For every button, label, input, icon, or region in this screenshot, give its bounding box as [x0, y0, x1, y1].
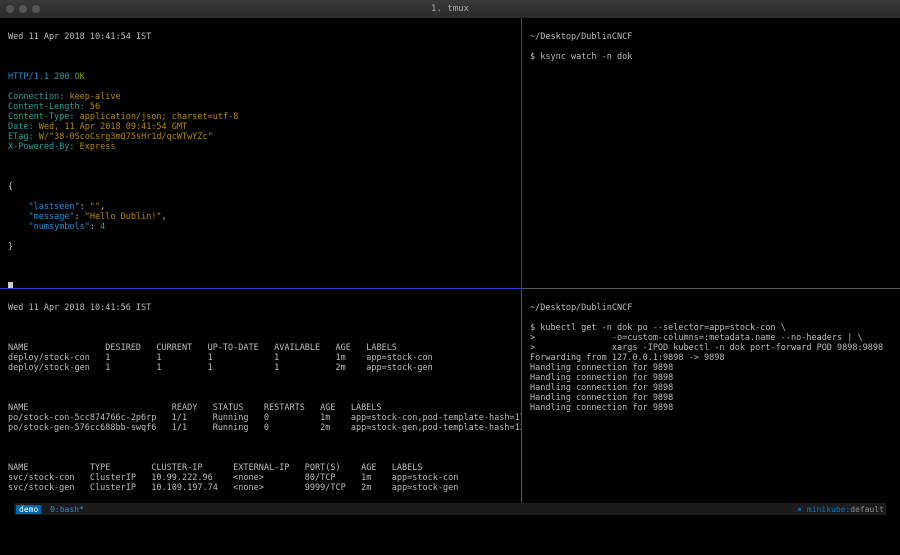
terminal-line: Handling connection for 9898	[530, 363, 892, 373]
http-header: Content-Type: application/json; charset=…	[8, 112, 513, 122]
table-header: NAME TYPE CLUSTER-IP EXTERNAL-IP PORT(S)…	[8, 463, 513, 473]
tmux-panes: Wed 11 Apr 2018 10:41:54 IST HTTP/1.1 20…	[0, 18, 900, 515]
timestamp: Wed 11 Apr 2018 10:41:54 IST	[8, 32, 513, 42]
status-left: demo 0:bash*	[16, 505, 84, 514]
json-open: {	[8, 182, 513, 192]
kube-context: minikube:	[807, 505, 850, 514]
prompt-cursor[interactable]	[8, 282, 513, 289]
http-header: X-Powered-By: Express	[8, 142, 513, 152]
table-row: po/stock-con-5cc874766c-2p6rp 1/1 Runnin…	[8, 413, 513, 423]
json-close: }	[8, 242, 513, 252]
pane-http-response[interactable]: Wed 11 Apr 2018 10:41:54 IST HTTP/1.1 20…	[0, 18, 522, 289]
json-field: "message": "Hello Dublin!",	[8, 212, 513, 222]
cwd: ~/Desktop/DublinCNCF	[530, 32, 892, 42]
terminal-line: Handling connection for 9898	[530, 383, 892, 393]
tmux-statusbar: demo 0:bash* ⎈ minikube:default	[14, 503, 886, 515]
table-row: deploy/stock-gen 1 1 1 1 2m app=stock-ge…	[8, 363, 513, 373]
table-row: po/stock-gen-576cc688bb-swqf6 1/1 Runnin…	[8, 423, 513, 433]
kube-context-icon: ⎈	[797, 505, 807, 514]
window-title: 1. tmux	[0, 4, 900, 14]
table-header: NAME DESIRED CURRENT UP-TO-DATE AVAILABL…	[8, 343, 513, 353]
status-right: ⎈ minikube:default	[797, 505, 884, 514]
window-titlebar: 1. tmux	[0, 0, 900, 18]
table-header: NAME READY STATUS RESTARTS AGE LABELS	[8, 403, 513, 413]
pane-ksync[interactable]: ~/Desktop/DublinCNCF $ ksync watch -n do…	[522, 18, 900, 289]
terminal-line: > -o=custom-columns=:metadata.name --no-…	[530, 333, 892, 343]
terminal-line: > xargs -IPOD kubectl -n dok port-forwar…	[530, 343, 892, 353]
window-indicator[interactable]: 0:bash*	[50, 505, 84, 514]
blank	[8, 52, 513, 62]
http-status-line: HTTP/1.1 200 OK	[8, 72, 513, 82]
kube-namespace: default	[850, 505, 884, 514]
cwd: ~/Desktop/DublinCNCF	[530, 303, 892, 313]
terminal-line: Handling connection for 9898	[530, 393, 892, 403]
cmd-line: $ ksync watch -n dok	[530, 52, 892, 62]
table-row: svc/stock-gen ClusterIP 10.109.197.74 <n…	[8, 483, 513, 493]
http-header: Content-Length: 56	[8, 102, 513, 112]
http-header: Connection: keep-alive	[8, 92, 513, 102]
json-field: "numsymbols": 4	[8, 222, 513, 232]
table-row: svc/stock-con ClusterIP 10.99.222.96 <no…	[8, 473, 513, 483]
json-field: "lastseen": "",	[8, 202, 513, 212]
http-header: Date: Wed, 11 Apr 2018 09:41:54 GMT	[8, 122, 513, 132]
pane-kubectl-get[interactable]: Wed 11 Apr 2018 10:41:56 IST NAME DESIRE…	[0, 289, 522, 515]
session-name[interactable]: demo	[16, 505, 41, 514]
http-header: ETag: W/"38-0ScoCsrg3mQ75sHr1d/qcWTwYZc"	[8, 132, 513, 142]
terminal-line: Handling connection for 9898	[530, 373, 892, 383]
terminal-line: Handling connection for 9898	[530, 403, 892, 413]
pane-port-forward[interactable]: ~/Desktop/DublinCNCF $ kubectl get -n do…	[522, 289, 900, 515]
terminal-line: Forwarding from 127.0.0.1:9898 -> 9898	[530, 353, 892, 363]
terminal-line: $ kubectl get -n dok po --selector=app=s…	[530, 323, 892, 333]
table-row: deploy/stock-con 1 1 1 1 1m app=stock-co…	[8, 353, 513, 363]
timestamp: Wed 11 Apr 2018 10:41:56 IST	[8, 303, 513, 313]
